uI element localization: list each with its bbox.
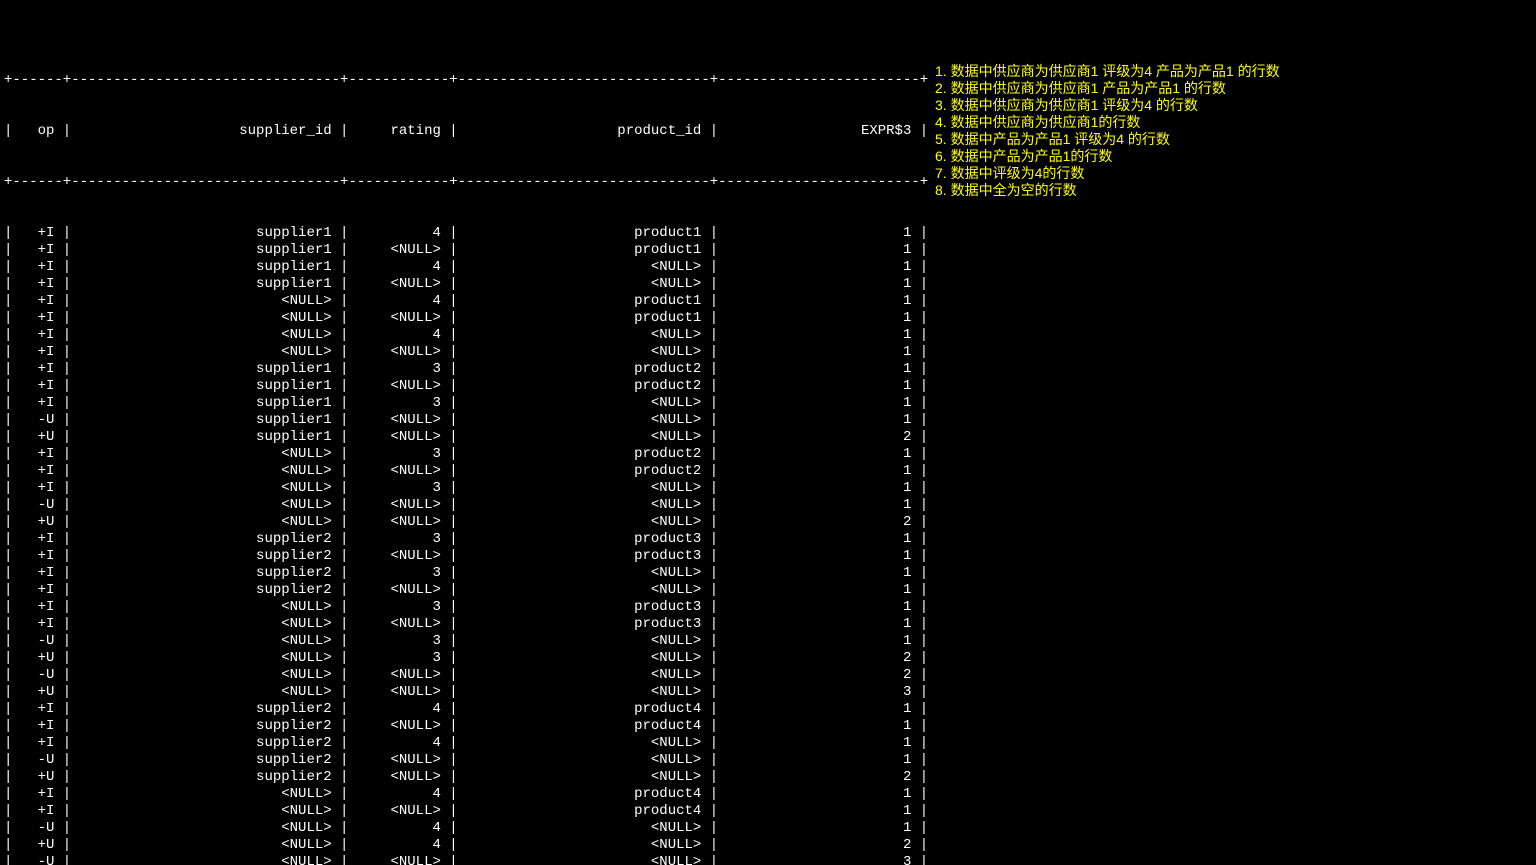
table-row: | +I | supplier2 | <NULL> | product3 | 1… xyxy=(4,548,1536,565)
table-row: | -U | <NULL> | 4 | <NULL> | 1 | xyxy=(4,820,1536,837)
annotation-line: 8. 数据中全为空的行数 xyxy=(935,182,1280,199)
table-row: | +I | <NULL> | <NULL> | product4 | 1 | xyxy=(4,803,1536,820)
table-row: | +I | supplier1 | <NULL> | product2 | 1… xyxy=(4,378,1536,395)
table-body: | +I | supplier1 | 4 | product1 | 1 || +… xyxy=(4,225,1536,865)
table-row: | +I | supplier1 | 4 | <NULL> | 1 | xyxy=(4,259,1536,276)
table-row: | +U | <NULL> | <NULL> | <NULL> | 3 | xyxy=(4,684,1536,701)
table-row: | +I | supplier2 | 3 | <NULL> | 1 | xyxy=(4,565,1536,582)
annotation-line: 5. 数据中产品为产品1 评级为4 的行数 xyxy=(935,131,1280,148)
table-row: | +I | supplier1 | 4 | product1 | 1 | xyxy=(4,225,1536,242)
table-row: | +I | <NULL> | <NULL> | product3 | 1 | xyxy=(4,616,1536,633)
annotation-line: 3. 数据中供应商为供应商1 评级为4 的行数 xyxy=(935,97,1280,114)
table-row: | +I | <NULL> | 3 | product3 | 1 | xyxy=(4,599,1536,616)
table-row: | +U | supplier1 | <NULL> | <NULL> | 2 | xyxy=(4,429,1536,446)
table-row: | -U | <NULL> | <NULL> | <NULL> | 1 | xyxy=(4,497,1536,514)
ascii-table: +------+--------------------------------… xyxy=(4,38,1536,865)
table-row: | +I | supplier2 | 3 | product3 | 1 | xyxy=(4,531,1536,548)
annotation-line: 4. 数据中供应商为供应商1的行数 xyxy=(935,114,1280,131)
table-row: | +I | <NULL> | 4 | product4 | 1 | xyxy=(4,786,1536,803)
table-row: | +I | supplier1 | <NULL> | <NULL> | 1 | xyxy=(4,276,1536,293)
table-row: | +I | <NULL> | 3 | product2 | 1 | xyxy=(4,446,1536,463)
table-row: | +I | supplier1 | <NULL> | product1 | 1… xyxy=(4,242,1536,259)
annotations-overlay: 1. 数据中供应商为供应商1 评级为4 产品为产品1 的行数2. 数据中供应商为… xyxy=(935,63,1280,199)
table-row: | +I | <NULL> | <NULL> | <NULL> | 1 | xyxy=(4,344,1536,361)
table-row: | +U | <NULL> | 3 | <NULL> | 2 | xyxy=(4,650,1536,667)
terminal-screen: +------+--------------------------------… xyxy=(0,0,1536,865)
table-row: | +U | <NULL> | 4 | <NULL> | 2 | xyxy=(4,837,1536,854)
table-row: | +I | supplier2 | <NULL> | <NULL> | 1 | xyxy=(4,582,1536,599)
table-row: | -U | <NULL> | 3 | <NULL> | 1 | xyxy=(4,633,1536,650)
table-row: | +I | supplier2 | <NULL> | product4 | 1… xyxy=(4,718,1536,735)
table-row: | -U | <NULL> | <NULL> | <NULL> | 3 | xyxy=(4,854,1536,865)
table-row: | +U | <NULL> | <NULL> | <NULL> | 2 | xyxy=(4,514,1536,531)
table-separator-mid: +------+--------------------------------… xyxy=(4,174,1536,191)
table-header-row: | op | supplier_id | rating | product_id… xyxy=(4,123,1536,140)
table-row: | -U | supplier1 | <NULL> | <NULL> | 1 | xyxy=(4,412,1536,429)
table-row: | +U | supplier2 | <NULL> | <NULL> | 2 | xyxy=(4,769,1536,786)
annotation-line: 2. 数据中供应商为供应商1 产品为产品1 的行数 xyxy=(935,80,1280,97)
table-row: | +I | <NULL> | 4 | product1 | 1 | xyxy=(4,293,1536,310)
table-row: | +I | supplier2 | 4 | product4 | 1 | xyxy=(4,701,1536,718)
annotation-line: 1. 数据中供应商为供应商1 评级为4 产品为产品1 的行数 xyxy=(935,63,1280,80)
table-row: | +I | <NULL> | <NULL> | product2 | 1 | xyxy=(4,463,1536,480)
annotation-line: 7. 数据中评级为4的行数 xyxy=(935,165,1280,182)
table-row: | +I | supplier1 | 3 | product2 | 1 | xyxy=(4,361,1536,378)
table-row: | +I | <NULL> | 3 | <NULL> | 1 | xyxy=(4,480,1536,497)
table-row: | +I | supplier1 | 3 | <NULL> | 1 | xyxy=(4,395,1536,412)
table-row: | +I | <NULL> | <NULL> | product1 | 1 | xyxy=(4,310,1536,327)
table-separator-top: +------+--------------------------------… xyxy=(4,72,1536,89)
table-row: | -U | <NULL> | <NULL> | <NULL> | 2 | xyxy=(4,667,1536,684)
annotation-line: 6. 数据中产品为产品1的行数 xyxy=(935,148,1280,165)
table-row: | -U | supplier2 | <NULL> | <NULL> | 1 | xyxy=(4,752,1536,769)
table-row: | +I | <NULL> | 4 | <NULL> | 1 | xyxy=(4,327,1536,344)
table-row: | +I | supplier2 | 4 | <NULL> | 1 | xyxy=(4,735,1536,752)
